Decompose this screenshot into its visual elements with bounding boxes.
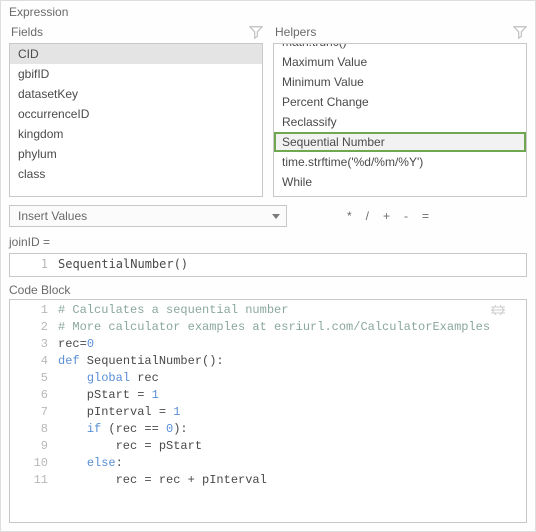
- code-block-editor[interactable]: 1234567891011 # Calculates a sequential …: [9, 299, 527, 523]
- operator-button[interactable]: +: [383, 209, 390, 223]
- operator-button[interactable]: =: [422, 209, 429, 223]
- filter-icon[interactable]: [249, 25, 263, 39]
- filter-icon[interactable]: [513, 25, 527, 39]
- helpers-column: Helpers ..........math.trunc()Maximum Va…: [273, 23, 527, 197]
- panel-title: Expression: [1, 1, 535, 21]
- operator-button[interactable]: /: [366, 209, 369, 223]
- list-item[interactable]: Minimum Value: [274, 72, 526, 92]
- list-item[interactable]: While: [274, 172, 526, 192]
- insert-values-dropdown[interactable]: Insert Values: [9, 205, 287, 227]
- code-lines: # Calculates a sequential number# More c…: [58, 300, 490, 508]
- list-item[interactable]: math.trunc(): [274, 44, 526, 52]
- list-item[interactable]: datasetKey: [10, 84, 262, 104]
- operator-button[interactable]: *: [347, 209, 352, 223]
- list-item[interactable]: Maximum Value: [274, 52, 526, 72]
- list-item[interactable]: phylum: [10, 144, 262, 164]
- chevron-down-icon: [272, 214, 280, 219]
- list-item[interactable]: Percent Change: [274, 92, 526, 112]
- fields-column: Fields CIDgbifIDdatasetKeyoccurrenceIDki…: [9, 23, 263, 197]
- list-item[interactable]: occurrenceID: [10, 104, 262, 124]
- expression-line-number: 1: [10, 254, 58, 276]
- resize-handle-icon[interactable]: [490, 304, 506, 316]
- lists-row: Fields CIDgbifIDdatasetKeyoccurrenceIDki…: [1, 21, 535, 201]
- fields-listbox[interactable]: CIDgbifIDdatasetKeyoccurrenceIDkingdomph…: [9, 43, 263, 197]
- expression-target-label: joinID =: [1, 233, 535, 253]
- list-item[interactable]: time.strftime('%d/%m/%Y'): [274, 152, 526, 172]
- expression-input[interactable]: 1 SequentialNumber(): [9, 253, 527, 277]
- expression-text: SequentialNumber(): [58, 254, 188, 276]
- list-item[interactable]: Reclassify: [274, 112, 526, 132]
- code-block-label: Code Block: [1, 277, 535, 299]
- below-lists-row: Insert Values * / +-=: [1, 201, 535, 233]
- code-gutter: 1234567891011: [10, 300, 58, 508]
- insert-values-label: Insert Values: [18, 209, 87, 223]
- operator-button[interactable]: -: [404, 209, 408, 223]
- list-item[interactable]: CID: [10, 44, 262, 64]
- list-item[interactable]: Sequential Number: [274, 132, 526, 152]
- expression-panel: Expression Fields CIDgbifIDdatasetKeyocc…: [0, 0, 536, 532]
- helpers-header: Helpers: [273, 23, 527, 43]
- helpers-listbox[interactable]: ..........math.trunc()Maximum ValueMinim…: [273, 43, 527, 197]
- list-item[interactable]: kingdom: [10, 124, 262, 144]
- list-item[interactable]: class: [10, 164, 262, 184]
- fields-label: Fields: [11, 25, 43, 39]
- list-item[interactable]: gbifID: [10, 64, 262, 84]
- fields-header: Fields: [9, 23, 263, 43]
- operators-row: * / +-=: [299, 209, 429, 223]
- helpers-label: Helpers: [275, 25, 316, 39]
